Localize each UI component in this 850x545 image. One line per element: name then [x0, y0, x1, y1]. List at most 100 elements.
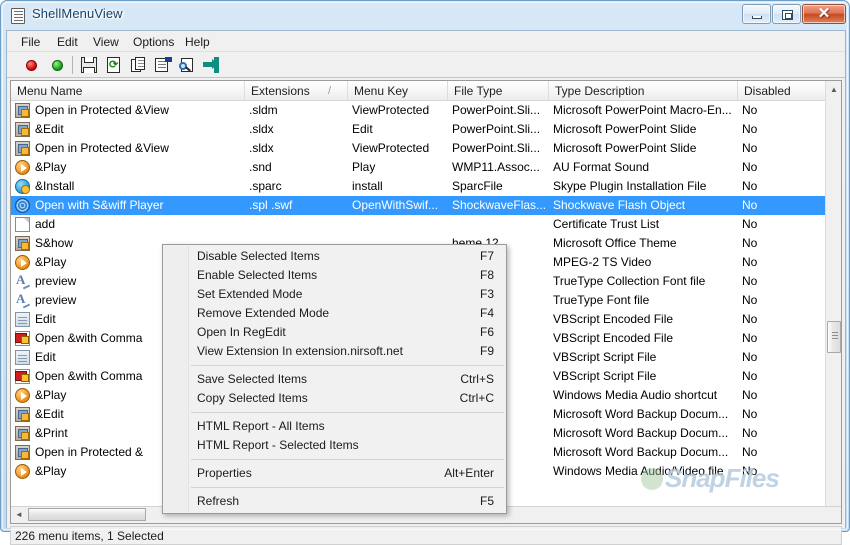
- flash-icon: [15, 198, 30, 213]
- context-menu-item-label: HTML Report - All Items: [197, 419, 325, 433]
- cell-menu-key: Play: [352, 160, 376, 174]
- column-header-type-description[interactable]: Type Description: [549, 81, 738, 101]
- context-menu-item-label: Disable Selected Items: [197, 249, 320, 263]
- maximize-icon: [782, 10, 793, 20]
- menu-file[interactable]: File: [15, 34, 46, 50]
- properties-icon[interactable]: [155, 57, 172, 73]
- context-menu-item[interactable]: Refresh F5: [163, 492, 506, 511]
- note-icon: [15, 350, 30, 365]
- cell-disabled: No: [742, 407, 758, 421]
- list-header: Menu Name Extensions / Menu Key File Typ…: [11, 81, 841, 101]
- vertical-scrollbar[interactable]: ▲ ▼: [825, 81, 841, 523]
- context-menu-item[interactable]: Set Extended Mode F3: [163, 285, 506, 304]
- cell-menu-name: &Edit: [35, 122, 64, 136]
- context-menu-item-shortcut: F7: [479, 249, 494, 263]
- table-row[interactable]: add Certificate Trust List No: [11, 215, 827, 234]
- refresh-document-icon[interactable]: ⟳: [106, 57, 122, 73]
- cell-disabled: No: [742, 445, 758, 459]
- context-menu-item-shortcut: Ctrl+C: [459, 391, 494, 405]
- column-header-menu-name[interactable]: Menu Name: [11, 81, 245, 101]
- context-menu-item[interactable]: Disable Selected Items F7: [163, 247, 506, 266]
- minimize-icon: [752, 16, 762, 19]
- cell-type-description: MPEG-2 TS Video: [553, 255, 652, 269]
- cell-disabled: No: [742, 160, 758, 174]
- table-row[interactable]: &Play .snd Play WMP11.Assoc... AU Format Sou…: [11, 158, 827, 177]
- context-menu-item[interactable]: HTML Report - All Items: [163, 417, 506, 436]
- table-row[interactable]: &Install .sparc install SparcFile Skype Plug…: [11, 177, 827, 196]
- horizontal-scrollbar-thumb[interactable]: [28, 508, 146, 521]
- context-menu[interactable]: Disable Selected Items F7 Enable Selected …: [162, 244, 507, 514]
- cell-extensions: [249, 215, 346, 234]
- context-menu-item-label: Remove Extended Mode: [197, 306, 330, 320]
- maximize-button[interactable]: [772, 4, 801, 24]
- column-header-file-type[interactable]: File Type: [448, 81, 549, 101]
- cell-type-description: VBScript Script File: [553, 350, 657, 364]
- copy-pages-icon[interactable]: [131, 57, 147, 73]
- context-menu-item[interactable]: HTML Report - Selected Items: [163, 436, 506, 455]
- context-menu-item[interactable]: View Extension In extension.nirsoft.net F…: [163, 342, 506, 361]
- cell-type-description: Windows Media Audio/Video file: [553, 464, 724, 478]
- menu-options[interactable]: Options: [127, 34, 180, 50]
- column-header-menu-key[interactable]: Menu Key: [348, 81, 448, 101]
- menu-help[interactable]: Help: [179, 34, 216, 50]
- font-icon: [15, 291, 30, 308]
- minimize-button[interactable]: [742, 4, 771, 24]
- cell-disabled: No: [742, 312, 758, 326]
- ppt-icon: [15, 236, 30, 251]
- context-menu-item[interactable]: Copy Selected Items Ctrl+C: [163, 389, 506, 408]
- column-header-disabled[interactable]: Disabled: [738, 81, 827, 101]
- context-menu-item-shortcut: F8: [479, 268, 494, 282]
- context-menu-item[interactable]: Remove Extended Mode F4: [163, 304, 506, 323]
- cell-type-description: VBScript Encoded File: [553, 312, 674, 326]
- cell-extensions: .sldx: [249, 122, 274, 136]
- context-menu-item-label: Open In RegEdit: [197, 325, 286, 339]
- ppt-icon: [15, 122, 30, 137]
- note-icon: [15, 312, 30, 327]
- context-menu-item[interactable]: Open In RegEdit F6: [163, 323, 506, 342]
- wmp-icon: [15, 160, 30, 175]
- cell-type-description: VBScript Script File: [553, 369, 657, 383]
- context-menu-separator: [191, 365, 504, 366]
- context-menu-item[interactable]: Enable Selected Items F8: [163, 266, 506, 285]
- status-bar: 226 menu items, 1 Selected: [10, 526, 842, 545]
- cell-type-description: Microsoft PowerPoint Macro-En...: [553, 103, 732, 117]
- cell-menu-key: Edit: [352, 122, 373, 136]
- cell-disabled: No: [742, 179, 758, 193]
- close-button[interactable]: ✕: [802, 4, 846, 24]
- cell-disabled: No: [742, 217, 758, 231]
- context-menu-item-label: Copy Selected Items: [197, 391, 308, 405]
- menu-view[interactable]: View: [87, 34, 125, 50]
- cell-type-description: Windows Media Audio shortcut: [553, 388, 718, 402]
- table-row[interactable]: Open in Protected &View .sldx ViewProtecte…: [11, 139, 827, 158]
- vertical-scrollbar-thumb[interactable]: [827, 321, 841, 353]
- context-menu-item[interactable]: Save Selected Items Ctrl+S: [163, 370, 506, 389]
- cell-disabled: No: [742, 236, 758, 250]
- red-led-icon[interactable]: [26, 60, 37, 71]
- exit-door-icon[interactable]: [203, 57, 219, 73]
- cell-menu-key: OpenWithSwif...: [352, 198, 439, 212]
- wmp-icon: [15, 255, 30, 270]
- context-menu-item-label: View Extension In extension.nirsoft.net: [197, 344, 403, 358]
- cell-menu-key: ViewProtected: [352, 141, 430, 155]
- floppy-disk-icon[interactable]: [81, 57, 97, 73]
- scroll-left-icon[interactable]: ◄: [11, 507, 27, 522]
- table-row[interactable]: &Edit .sldx Edit PowerPoint.Sli... Microsoft…: [11, 120, 827, 139]
- green-led-icon[interactable]: [52, 60, 63, 71]
- column-header-extensions[interactable]: Extensions /: [245, 81, 348, 101]
- cell-type-description: Certificate Trust List: [553, 217, 660, 231]
- context-menu-item[interactable]: Properties Alt+Enter: [163, 464, 506, 483]
- cell-menu-name: Open in Protected &View: [35, 141, 169, 155]
- scroll-up-icon[interactable]: ▲: [826, 81, 841, 98]
- context-menu-separator: [191, 459, 504, 460]
- cell-menu-name: Open with S&wiff Player: [35, 198, 164, 212]
- magnifier-document-icon[interactable]: [179, 57, 195, 73]
- cell-type-description: Microsoft Word Backup Docum...: [553, 426, 729, 440]
- cell-type-description: Microsoft Office Theme: [553, 236, 677, 250]
- cell-disabled: No: [742, 464, 758, 478]
- menu-edit[interactable]: Edit: [51, 34, 84, 50]
- context-menu-item-shortcut: F5: [479, 494, 494, 508]
- table-row[interactable]: Open in Protected &View .sldm ViewProtecte…: [11, 101, 827, 120]
- table-row[interactable]: Open with S&wiff Player .spl .swf OpenWith…: [11, 196, 827, 215]
- application-icon: [11, 8, 25, 24]
- title-bar[interactable]: ShellMenuView ✕: [1, 1, 850, 31]
